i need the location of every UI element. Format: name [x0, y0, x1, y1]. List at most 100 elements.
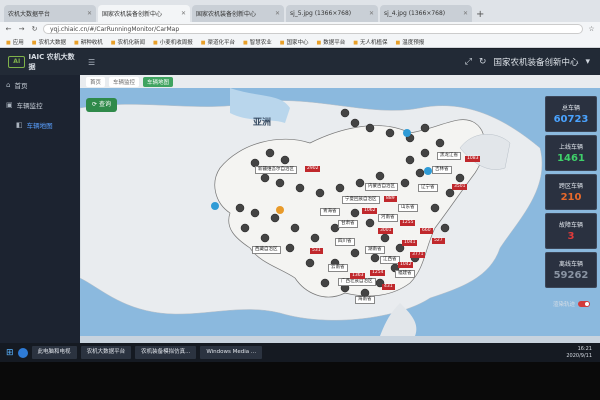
region-tag[interactable]: 四川省: [335, 238, 355, 246]
sidebar-item-vehicle-monitor[interactable]: ▣ 车辆监控: [0, 95, 80, 115]
stat-faulty-vehicles: 故障车辆 3: [545, 213, 597, 249]
system-clock[interactable]: 16:21 2020/9/11: [566, 346, 600, 360]
breadcrumb-item[interactable]: 首页: [86, 76, 106, 87]
count-tag[interactable]: 3771: [410, 252, 426, 258]
bookmark-item[interactable]: 农机大数据: [32, 38, 66, 46]
query-button[interactable]: ⟳ 查询: [86, 98, 117, 112]
region-tag[interactable]: 辽宁省: [418, 184, 438, 192]
bookmark-item[interactable]: 无人机植保: [353, 38, 388, 46]
region-tag[interactable]: 宁夏回族自治区: [342, 196, 380, 204]
track-toggle[interactable]: 渲染轨迹: [553, 300, 591, 308]
bookmark-item[interactable]: 应用: [6, 38, 24, 46]
count-tag[interactable]: 1255: [400, 220, 416, 226]
fullscreen-icon[interactable]: ⤢: [465, 57, 472, 67]
region-tag[interactable]: 福建省: [395, 270, 415, 278]
star-icon[interactable]: ☆: [587, 25, 596, 33]
vehicle-map[interactable]: ⟳ 查询 亚洲 新疆维吾尔自治区 内蒙古自治区 宁夏回族自治区 青海省 甘肃省 …: [80, 88, 600, 336]
logo-mark: AI: [8, 56, 26, 68]
region-tag[interactable]: 云南省: [328, 264, 348, 272]
region-tag[interactable]: 海南省: [355, 296, 375, 304]
back-icon[interactable]: ←: [4, 25, 13, 33]
count-tag[interactable]: 3501: [452, 184, 468, 190]
toggle-switch[interactable]: [578, 301, 591, 307]
count-tag[interactable]: 531: [310, 248, 323, 254]
browser-tab[interactable]: 国家农机装备创新中心 ✕: [192, 5, 284, 22]
menu-icon[interactable]: ☰: [88, 58, 95, 67]
count-tag[interactable]: 1254: [370, 270, 386, 276]
search-icon[interactable]: [17, 347, 28, 358]
count-tag[interactable]: 1363: [350, 273, 366, 279]
taskbar: ⊞ 此电脑和电视 农机大数据平台 农机装备模拟仿真... Windows Med…: [0, 343, 600, 362]
region-tag[interactable]: 青海省: [320, 208, 340, 216]
region-tag[interactable]: 河南省: [378, 214, 398, 222]
region-tag[interactable]: 湖南省: [365, 246, 385, 254]
refresh-icon: ⟳: [92, 101, 99, 108]
region-tag[interactable]: 西藏自治区: [252, 246, 281, 254]
forward-icon[interactable]: →: [17, 25, 26, 33]
region-tag[interactable]: 甘肃省: [338, 220, 358, 228]
taskbar-item[interactable]: 此电脑和电视: [31, 346, 77, 359]
region-tag[interactable]: 广西壮族自治区: [338, 278, 376, 286]
close-icon[interactable]: ✕: [181, 10, 186, 17]
count-tag[interactable]: 1041: [402, 240, 418, 246]
region-tag[interactable]: 吉林省: [432, 166, 452, 174]
region-tag[interactable]: 内蒙古自治区: [365, 183, 398, 191]
breadcrumb-item[interactable]: 车辆监控: [109, 76, 140, 87]
tab-title: 国家农机装备创新中心: [196, 11, 257, 18]
url-input[interactable]: yqj.chiaic.cn/#/CarRunningMonitor/CarMap: [43, 24, 583, 34]
stat-label: 上线车辆: [558, 144, 583, 151]
region-tag[interactable]: 黑龙江省: [437, 152, 461, 160]
region-tag[interactable]: 山东省: [398, 204, 418, 212]
taskbar-item[interactable]: 农机大数据平台: [80, 346, 132, 359]
count-tag[interactable]: 2902: [305, 166, 321, 172]
count-tag[interactable]: 1083: [465, 156, 481, 162]
close-icon[interactable]: ✕: [369, 10, 374, 17]
taskbar-item[interactable]: 农机装备模拟仿真...: [135, 346, 197, 359]
count-tag[interactable]: 1042: [398, 262, 414, 268]
browser-tab[interactable]: 农机大数据平台 ✕: [4, 5, 96, 22]
bookmark-item[interactable]: 温度预报: [396, 38, 424, 46]
taskbar-item[interactable]: Windows Media ...: [200, 346, 263, 359]
browser-tab[interactable]: sj_5.jpg (1366×768) ✕: [286, 5, 378, 22]
tab-title: sj_4.jpg (1366×768): [384, 10, 446, 17]
browser-tab-active[interactable]: 国家农机装备创新中心 ✕: [98, 5, 190, 22]
chevron-down-icon[interactable]: ▾: [585, 57, 590, 67]
refresh-icon[interactable]: ↻: [479, 57, 487, 67]
region-tag[interactable]: 江西省: [380, 256, 400, 264]
count-tag[interactable]: 3001: [378, 228, 394, 234]
close-icon[interactable]: ✕: [87, 10, 92, 17]
sidebar-item-label: 首页: [14, 82, 28, 90]
bookmark-item[interactable]: 智慧农业: [243, 38, 272, 46]
windows-start-icon[interactable]: ⊞: [6, 348, 14, 358]
count-tag[interactable]: 1062: [362, 208, 378, 214]
browser-tab[interactable]: sj_4.jpg (1366×768) ✕: [380, 5, 472, 22]
vehicle-marker-online: [403, 129, 411, 137]
bookmark-item[interactable]: 数据平台: [317, 38, 345, 46]
count-tag[interactable]: 660: [420, 228, 433, 234]
browser-tab-bar: 农机大数据平台 ✕ 国家农机装备创新中心 ✕ 国家农机装备创新中心 ✕ sj_5.jp…: [0, 0, 600, 22]
bookmark-item[interactable]: 国家中心: [280, 38, 308, 46]
stat-cross-region-vehicles: 跨区车辆 210: [545, 174, 597, 210]
count-tag[interactable]: 527: [432, 238, 445, 244]
sidebar-item-home[interactable]: ⌂ 首页: [0, 75, 80, 95]
continent-label: 亚洲: [253, 118, 272, 128]
close-icon[interactable]: ✕: [275, 10, 280, 17]
bookmark-item[interactable]: 农机化新闻: [111, 38, 145, 46]
bookmark-item[interactable]: 耕种收机: [74, 38, 103, 46]
map-svg: [80, 88, 600, 336]
region-tag[interactable]: 新疆维吾尔自治区: [255, 166, 297, 174]
monitor-icon: ▣: [6, 101, 13, 109]
sidebar-item-vehicle-map[interactable]: ◧ 车辆地图: [0, 115, 80, 135]
breadcrumb-item-active[interactable]: 车辆地图: [143, 76, 174, 87]
reload-icon[interactable]: ↻: [30, 25, 39, 33]
bookmark-item[interactable]: 小麦机收周报: [153, 38, 193, 46]
bookmark-item[interactable]: 渠道化平台: [201, 38, 235, 46]
count-tag[interactable]: 431: [382, 284, 395, 290]
close-icon[interactable]: ✕: [463, 10, 468, 17]
header-title: 国家农机装备创新中心: [493, 58, 579, 68]
new-tab-button[interactable]: +: [474, 9, 488, 22]
count-tag[interactable]: 889: [384, 196, 397, 202]
screen: 农机大数据平台 ✕ 国家农机装备创新中心 ✕ 国家农机装备创新中心 ✕ sj_5.jp…: [0, 0, 600, 362]
map-icon: ◧: [16, 121, 23, 129]
home-icon: ⌂: [6, 81, 11, 89]
